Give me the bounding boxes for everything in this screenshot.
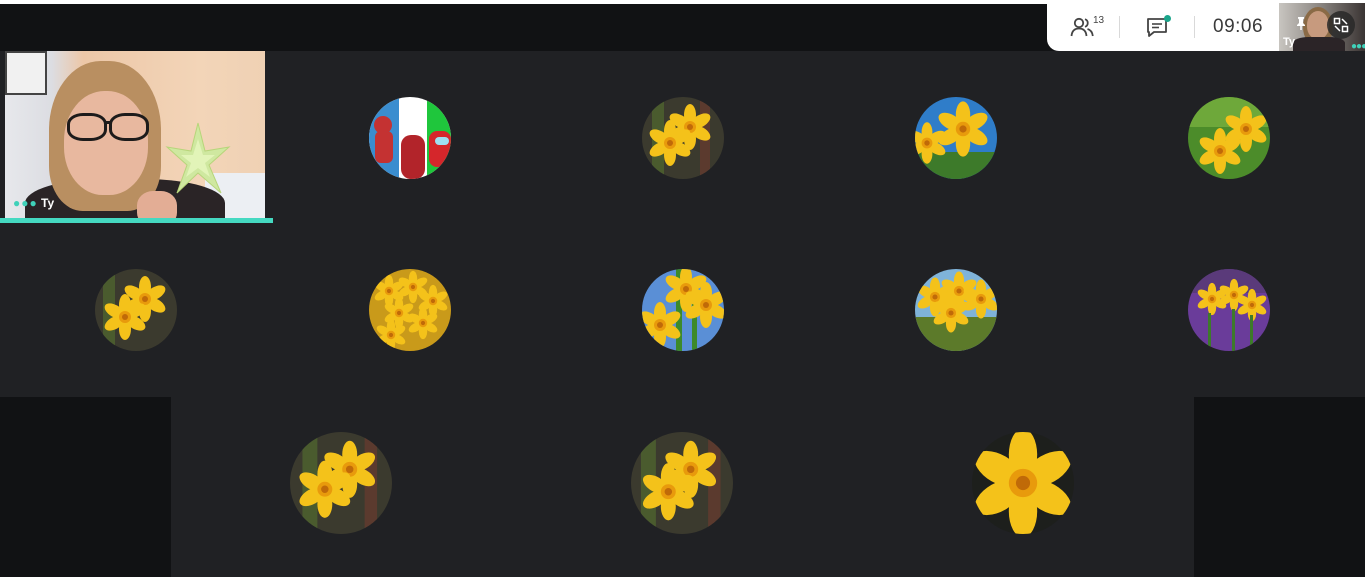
self-preview-label: Ty <box>1283 36 1296 48</box>
among-us-avatar <box>369 97 451 179</box>
grid-gutter-left <box>0 397 171 577</box>
daffodil-avatar <box>1188 269 1270 351</box>
participants-button[interactable]: 13 <box>1047 3 1119 51</box>
participant-avatar[interactable] <box>290 432 392 534</box>
daffodil-avatar <box>915 97 997 179</box>
more-dots-icon[interactable]: ●●● <box>13 196 38 210</box>
grid-gutter-right <box>1194 397 1365 577</box>
participant-avatar[interactable] <box>642 97 724 179</box>
daffodil-avatar <box>642 269 724 351</box>
daffodil-avatar <box>972 432 1074 534</box>
participant-avatar[interactable] <box>369 97 451 179</box>
daffodil-avatar <box>369 269 451 351</box>
daffodil-avatar <box>1188 97 1270 179</box>
participant-avatar[interactable] <box>972 432 1074 534</box>
participant-avatar[interactable] <box>631 432 733 534</box>
participant-avatar[interactable] <box>915 97 997 179</box>
daffodil-avatar <box>290 432 392 534</box>
self-preview[interactable]: Ty ●●● <box>1279 3 1365 51</box>
minimize-icon <box>1333 17 1349 33</box>
participant-avatar[interactable] <box>95 269 177 351</box>
paper-flower <box>165 122 231 194</box>
chat-unread-dot <box>1164 15 1171 22</box>
participant-name-label: Ty <box>41 196 55 210</box>
pin-icon[interactable] <box>1293 15 1309 31</box>
daffodil-avatar <box>915 269 997 351</box>
wall-picture <box>5 51 47 95</box>
chat-button[interactable] <box>1120 3 1194 51</box>
speaking-indicator <box>0 218 273 223</box>
more-dots-icon[interactable]: ●●● <box>1351 41 1365 51</box>
participant-avatar[interactable] <box>369 269 451 351</box>
daffodil-avatar <box>631 432 733 534</box>
participant-avatar[interactable] <box>1188 269 1270 351</box>
main-video-tile[interactable]: ●●● Ty <box>5 51 265 218</box>
meeting-clock: 09:06 <box>1213 16 1264 37</box>
participants-count: 13 <box>1093 15 1105 26</box>
daffodil-avatar <box>642 97 724 179</box>
participant-avatar[interactable] <box>915 269 997 351</box>
participant-avatar[interactable] <box>1188 97 1270 179</box>
minimize-button[interactable] <box>1327 11 1355 39</box>
participant-avatar[interactable] <box>642 269 724 351</box>
meeting-controls: 13 09:06 <box>1047 3 1279 51</box>
daffodil-avatar <box>95 269 177 351</box>
